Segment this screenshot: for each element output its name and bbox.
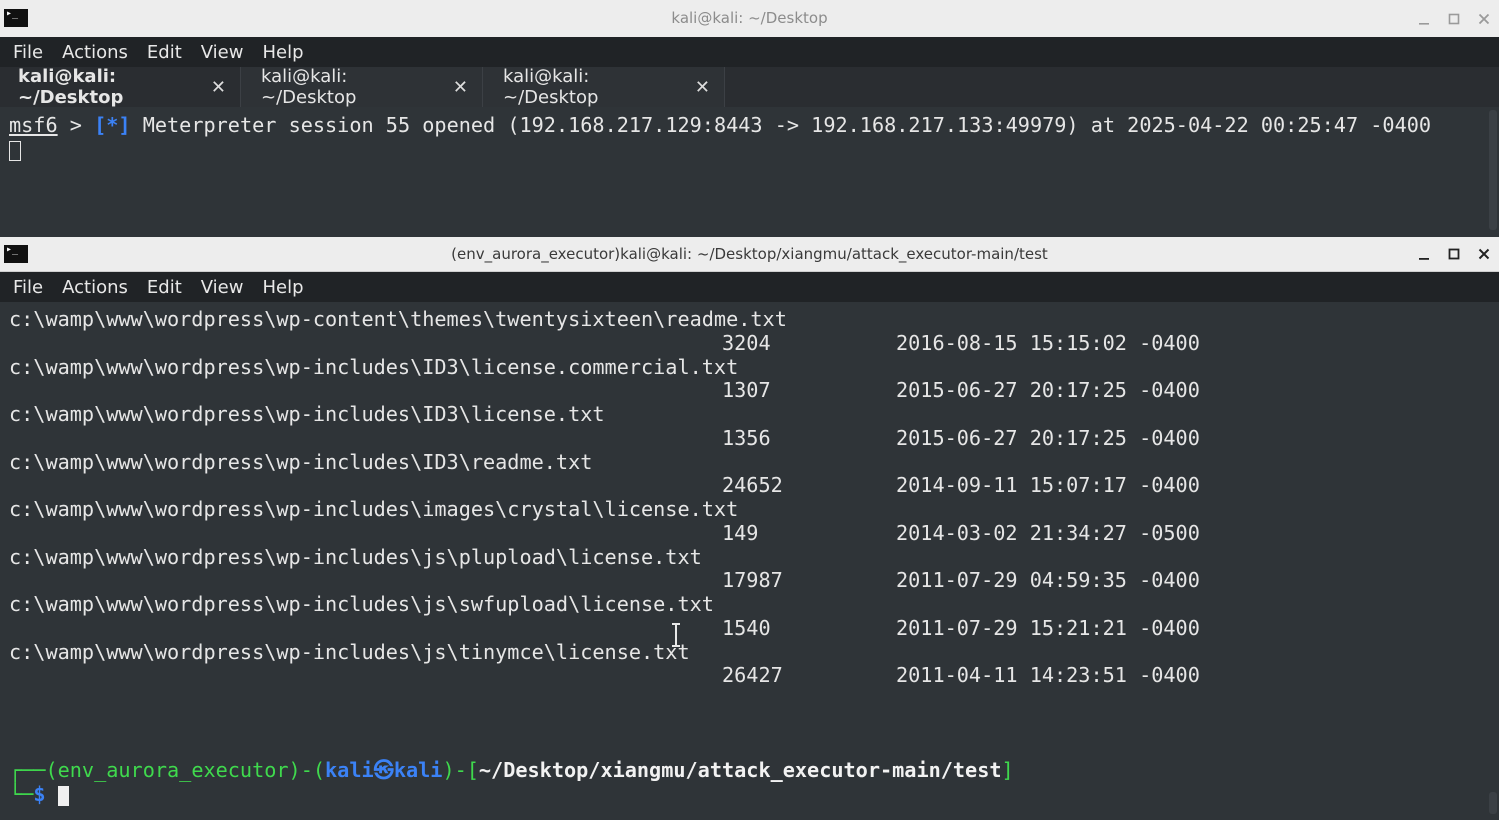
file-path: c:\wamp\www\wordpress\wp-includes\ID3\li…: [9, 402, 605, 426]
tab-label: kali@kali: ~/Desktop: [503, 66, 599, 108]
input-line[interactable]: [9, 137, 21, 161]
file-path: c:\wamp\www\wordpress\wp-includes\images…: [9, 497, 739, 521]
menu-view[interactable]: View: [201, 277, 244, 298]
maximize-icon[interactable]: [1445, 245, 1463, 263]
prompt-paren-close: ): [442, 758, 455, 782]
file-path: c:\wamp\www\wordpress\wp-includes\ID3\re…: [9, 450, 593, 474]
tab-close-icon[interactable]: ✕: [453, 77, 468, 98]
minimize-icon[interactable]: [1415, 245, 1433, 263]
menu-bar: File Actions Edit View Help: [0, 272, 1499, 302]
session-message: Meterpreter session 55 opened (192.168.2…: [130, 113, 1432, 137]
terminal-output[interactable]: msf6 > [*] Meterpreter session 55 opened…: [0, 113, 1480, 237]
scrollbar[interactable]: [1489, 792, 1497, 814]
file-modified: 2011-04-11 14:23:51 -0400: [896, 663, 1200, 687]
file-path: c:\wamp\www\wordpress\wp-content\themes\…: [9, 307, 787, 331]
terminal-line: msf6 > [*] Meterpreter session 55 opened…: [9, 113, 1431, 137]
terminal-cursor: [57, 785, 69, 806]
prompt-corner-bottom: └─: [9, 782, 34, 806]
menu-view[interactable]: View: [201, 42, 244, 63]
text-cursor-icon: [669, 623, 683, 651]
msf-prompt: msf6: [9, 113, 58, 137]
file-modified: 2011-07-29 04:59:35 -0400: [896, 568, 1200, 592]
tab-close-icon[interactable]: ✕: [695, 77, 710, 98]
menu-bar: File Actions Edit View Help: [0, 37, 1499, 67]
tab-label: kali@kali: ~/Desktop: [261, 66, 357, 108]
file-modified: 2011-07-29 15:21:21 -0400: [896, 616, 1200, 640]
file-size: 3204: [722, 331, 771, 355]
menu-edit[interactable]: Edit: [147, 277, 182, 298]
prompt-symbol: $: [33, 782, 46, 806]
tab-3[interactable]: kali@kali: ~/Desktop ✕: [483, 66, 725, 108]
prompt-paren-open: (: [312, 758, 326, 782]
terminal-window-1: ▸_ kali@kali: ~/Desktop File Actions Edi…: [0, 0, 1499, 237]
prompt-cwd: ~/Desktop/xiangmu/attack_executor-main/t…: [478, 758, 1002, 782]
menu-help[interactable]: Help: [262, 42, 303, 63]
window-titlebar[interactable]: ▸_ (env_aurora_executor)kali@kali: ~/Des…: [0, 237, 1499, 272]
file-size: 24652: [722, 473, 783, 497]
file-modified: 2014-09-11 15:07:17 -0400: [896, 473, 1200, 497]
file-modified: 2015-06-27 20:17:25 -0400: [896, 426, 1200, 450]
shell-input-line[interactable]: └─$: [9, 782, 69, 806]
prompt-dash-2: -: [454, 758, 467, 782]
menu-help[interactable]: Help: [262, 277, 303, 298]
tab-bar: kali@kali: ~/Desktop ✕ kali@kali: ~/Desk…: [0, 66, 1499, 108]
minimize-icon[interactable]: [1415, 10, 1433, 28]
prompt-arrow: >: [57, 113, 95, 137]
file-size: 1307: [722, 378, 771, 402]
close-icon[interactable]: [1475, 10, 1493, 28]
tab-close-icon[interactable]: ✕: [211, 77, 226, 98]
status-tag: [*]: [94, 113, 131, 137]
scrollbar[interactable]: [1489, 110, 1497, 230]
prompt-bracket-open: [: [466, 758, 479, 782]
file-path: c:\wamp\www\wordpress\wp-includes\js\plu…: [9, 545, 702, 569]
menu-file[interactable]: File: [13, 277, 43, 298]
file-path: c:\wamp\www\wordpress\wp-includes\js\tin…: [9, 640, 690, 664]
terminal-window-2: ▸_ (env_aurora_executor)kali@kali: ~/Des…: [0, 237, 1499, 820]
file-path: c:\wamp\www\wordpress\wp-includes\js\swf…: [9, 592, 714, 616]
file-size: 1356: [722, 426, 771, 450]
window-title: kali@kali: ~/Desktop: [671, 9, 828, 27]
file-size: 1540: [722, 616, 771, 640]
prompt-env: (env_aurora_executor): [45, 758, 301, 782]
menu-actions[interactable]: Actions: [62, 42, 128, 63]
file-size: 149: [722, 521, 759, 545]
menu-file[interactable]: File: [13, 42, 43, 63]
close-icon[interactable]: [1475, 245, 1493, 263]
tab-2[interactable]: kali@kali: ~/Desktop ✕: [241, 66, 483, 108]
window-titlebar[interactable]: ▸_ kali@kali: ~/Desktop: [0, 0, 1499, 38]
prompt-user-host: kali㉿kali: [325, 758, 443, 782]
window-title: (env_aurora_executor)kali@kali: ~/Deskto…: [451, 245, 1048, 263]
terminal-output[interactable]: c:\wamp\www\wordpress\wp-content\themes\…: [0, 307, 1485, 820]
shell-prompt-line: ┌──(env_aurora_executor)-(kali㉿kali)-[~/…: [9, 758, 1014, 782]
menu-edit[interactable]: Edit: [147, 42, 182, 63]
prompt-dash: -: [300, 758, 313, 782]
file-path: c:\wamp\www\wordpress\wp-includes\ID3\li…: [9, 355, 739, 379]
file-size: 17987: [722, 568, 783, 592]
file-modified: 2015-06-27 20:17:25 -0400: [896, 378, 1200, 402]
tab-label: kali@kali: ~/Desktop: [18, 66, 124, 108]
file-modified: 2014-03-02 21:34:27 -0500: [896, 521, 1200, 545]
file-modified: 2016-08-15 15:15:02 -0400: [896, 331, 1200, 355]
prompt-bracket-close: ]: [1001, 758, 1014, 782]
maximize-icon[interactable]: [1445, 10, 1463, 28]
file-size: 26427: [722, 663, 783, 687]
prompt-corner-top: ┌──: [9, 758, 46, 782]
menu-actions[interactable]: Actions: [62, 277, 128, 298]
terminal-cursor: [9, 140, 21, 161]
tab-1[interactable]: kali@kali: ~/Desktop ✕: [0, 66, 241, 108]
